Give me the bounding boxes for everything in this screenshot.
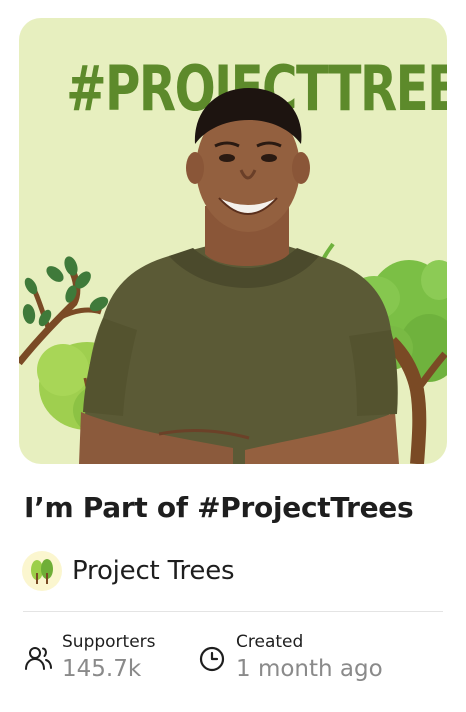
tree-logo-icon (22, 551, 62, 591)
supporters-count: 145.7k (62, 656, 142, 682)
clock-icon (199, 646, 225, 672)
divider (23, 611, 443, 612)
campaign-title[interactable]: I’m Part of #ProjectTrees (24, 488, 444, 528)
campaign-card[interactable]: #PROJECTTREES (0, 0, 466, 712)
organizer-name: Project Trees (72, 556, 235, 586)
supporters-stat: Supporters 145.7k (22, 631, 156, 685)
campaign-banner-image[interactable]: #PROJECTTREES (19, 18, 447, 464)
organizer-link[interactable]: Project Trees (22, 549, 235, 593)
created-time: 1 month ago (236, 656, 383, 682)
supporter-photo (79, 88, 399, 464)
created-label: Created (236, 632, 304, 652)
created-stat: Created 1 month ago (196, 631, 383, 685)
supporters-label: Supporters (62, 632, 156, 652)
people-icon (25, 647, 52, 670)
